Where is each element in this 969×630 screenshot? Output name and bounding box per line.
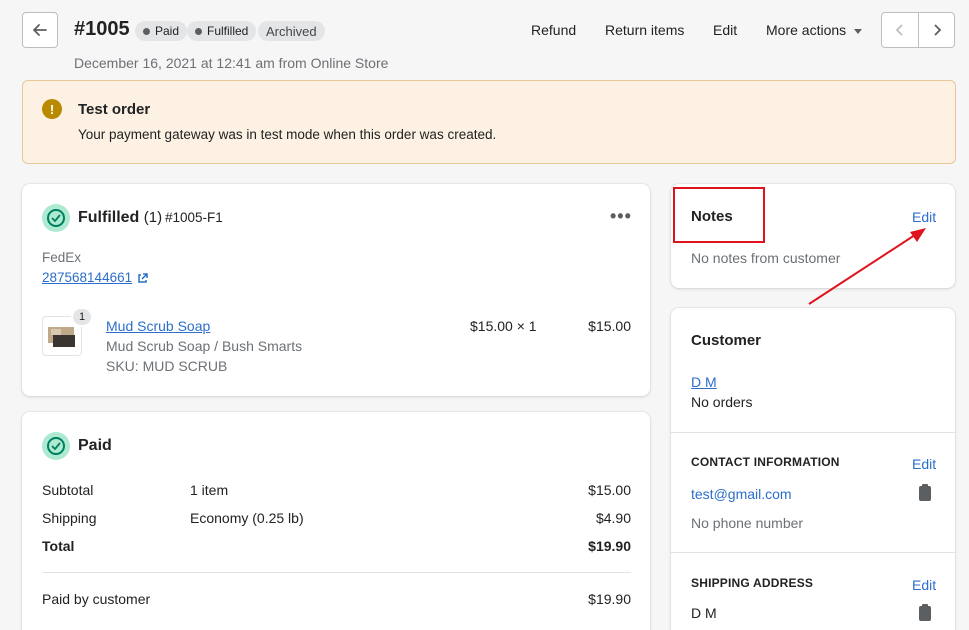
contact-edit-link[interactable]: Edit xyxy=(912,456,936,472)
contact-heading: CONTACT INFORMATION xyxy=(691,455,840,469)
paid-title: Paid xyxy=(78,437,112,454)
chevron-left-icon xyxy=(895,24,903,36)
price-quantity: $15.00 × 1 xyxy=(470,318,537,334)
subtotal-label: Subtotal xyxy=(42,482,94,498)
external-link-icon[interactable] xyxy=(137,273,148,284)
customer-phone: No phone number xyxy=(691,515,804,531)
banner-text: Your payment gateway was in test mode wh… xyxy=(78,127,497,142)
fulfilled-count: (1) xyxy=(143,209,163,226)
fulfilled-label: Fulfilled xyxy=(78,209,140,226)
status-dot-icon xyxy=(143,27,150,35)
total-label: Total xyxy=(42,538,75,554)
subtotal-amount: $15.00 xyxy=(588,482,631,498)
carrier-name: FedEx xyxy=(42,250,82,265)
warning-icon: ! xyxy=(42,99,62,119)
customer-divider-2 xyxy=(671,552,955,553)
fulfilled-check-icon xyxy=(42,204,70,232)
paid-badge: Paid xyxy=(135,21,188,41)
subtotal-detail: 1 item xyxy=(190,482,229,498)
archived-badge: Archived xyxy=(258,21,325,41)
paid-by-label: Paid by customer xyxy=(42,591,151,607)
line-total: $15.00 xyxy=(588,318,631,334)
paid-divider xyxy=(42,572,631,573)
tracking-link[interactable]: 287568144661 xyxy=(42,270,132,285)
shipping-heading: SHIPPING ADDRESS xyxy=(691,576,814,590)
more-actions-button[interactable]: More actions xyxy=(766,22,863,38)
return-items-button[interactable]: Return items xyxy=(605,22,684,38)
customer-title: Customer xyxy=(691,332,762,349)
next-order-button[interactable] xyxy=(918,12,955,48)
paid-badge-label: Paid xyxy=(155,24,180,38)
banner-title: Test order xyxy=(78,101,151,118)
arrow-left-icon xyxy=(33,24,47,36)
more-options-icon[interactable]: ••• xyxy=(610,206,632,227)
back-button[interactable] xyxy=(22,12,58,48)
product-link[interactable]: Mud Scrub Soap xyxy=(106,318,210,334)
order-subtitle: December 16, 2021 at 12:41 am from Onlin… xyxy=(74,55,389,71)
previous-order-button[interactable] xyxy=(881,12,919,48)
more-actions-label: More actions xyxy=(766,22,847,38)
notes-highlight-box xyxy=(673,187,765,243)
product-variant: Mud Scrub Soap / Bush Smarts xyxy=(106,338,303,354)
fulfilled-badge: Fulfilled xyxy=(187,21,257,41)
caret-down-icon xyxy=(854,28,863,34)
chevron-right-icon xyxy=(933,24,941,36)
fulfilled-title: Fulfilled (1) xyxy=(78,209,162,227)
copy-address-icon[interactable] xyxy=(919,604,931,621)
fulfilled-badge-label: Fulfilled xyxy=(207,24,249,38)
customer-divider-1 xyxy=(671,432,955,433)
shipping-detail: Economy (0.25 lb) xyxy=(190,510,304,526)
shipping-name: D M xyxy=(691,605,717,621)
status-dot-icon xyxy=(195,27,202,35)
quantity-badge: 1 xyxy=(71,307,93,327)
edit-order-button[interactable]: Edit xyxy=(713,22,737,38)
shipping-amount: $4.90 xyxy=(595,510,631,526)
fulfillment-id: #1005-F1 xyxy=(165,210,223,225)
refund-button[interactable]: Refund xyxy=(531,22,576,38)
customer-email-link[interactable]: test@gmail.com xyxy=(691,486,792,502)
test-order-banner xyxy=(22,80,956,164)
shipping-label: Shipping xyxy=(42,510,97,526)
paid-check-icon xyxy=(42,432,70,460)
paid-by-amount: $19.90 xyxy=(588,591,631,607)
total-amount: $19.90 xyxy=(588,538,631,554)
copy-email-icon[interactable] xyxy=(919,484,931,501)
order-title: #1005 xyxy=(74,18,130,40)
shipping-edit-link[interactable]: Edit xyxy=(912,577,936,593)
product-sku: SKU: MUD SCRUB xyxy=(106,358,228,374)
customer-orders: No orders xyxy=(691,394,753,410)
customer-name-link[interactable]: D M xyxy=(691,374,717,390)
annotation-arrow-icon xyxy=(808,228,926,305)
